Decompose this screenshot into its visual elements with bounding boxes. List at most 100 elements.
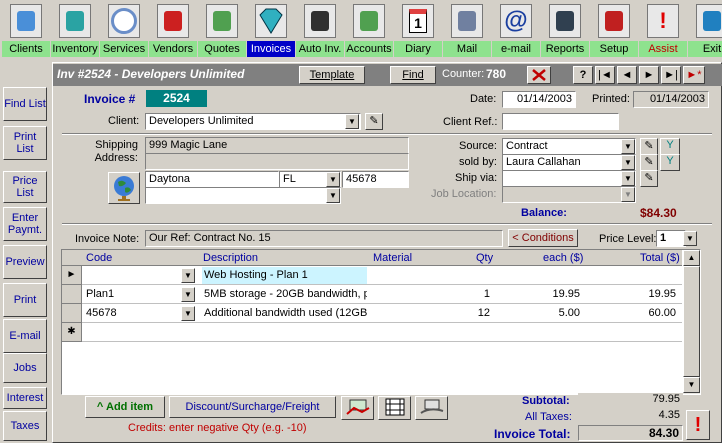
code-dropdown[interactable]: ▼ — [181, 268, 195, 283]
payment-button[interactable] — [341, 396, 374, 420]
film-strip-button[interactable] — [378, 396, 411, 420]
cell-qty[interactable]: 1 — [442, 286, 492, 303]
cell-each[interactable] — [502, 324, 582, 341]
cell-total[interactable] — [602, 324, 678, 341]
soldby-dropdown[interactable]: ▼ — [621, 155, 635, 170]
cell-each[interactable] — [502, 267, 582, 284]
cell-total[interactable] — [602, 267, 678, 284]
toolbar-reports[interactable]: Reports — [541, 2, 589, 57]
toolbar-diary[interactable]: 1 Diary — [394, 2, 442, 57]
nav-jobs[interactable]: Jobs — [3, 353, 47, 383]
source-edit-button[interactable]: ✎ — [640, 138, 658, 155]
table-row[interactable]: ► Web Hosting - Plan 1 ▼ — [62, 266, 682, 285]
zip-field[interactable]: 45678 — [342, 171, 409, 188]
scroll-thumb[interactable] — [683, 266, 700, 377]
cell-code[interactable] — [84, 324, 179, 341]
table-row[interactable]: ✱ — [62, 323, 682, 342]
code-dropdown[interactable]: ▼ — [181, 306, 195, 321]
client-dropdown[interactable]: ▼ — [345, 114, 359, 129]
address-line-1[interactable]: 999 Magic Lane — [145, 137, 409, 154]
toolbar-exit[interactable]: Exit — [688, 2, 722, 57]
shipvia-dropdown[interactable]: ▼ — [621, 171, 635, 186]
client-field[interactable]: Developers Unlimited — [145, 113, 361, 130]
country-field[interactable] — [145, 187, 341, 204]
nav-preview[interactable]: Preview — [3, 245, 47, 279]
date-field[interactable]: 01/14/2003 — [502, 91, 576, 108]
job-location-dropdown[interactable]: ▼ — [621, 187, 635, 202]
next-record-button[interactable]: ► — [639, 66, 659, 84]
cell-description[interactable]: 5MB storage - 20GB bandwidth, pe — [202, 286, 367, 303]
cell-description[interactable]: Additional bandwidth used (12GB ( — [202, 305, 367, 322]
new-record-button[interactable]: ►* — [683, 66, 705, 84]
toolbar-auto-inv[interactable]: Auto Inv. — [296, 2, 344, 57]
delete-record-button[interactable] — [527, 66, 551, 84]
cell-each[interactable]: 5.00 — [502, 305, 582, 322]
row-selector[interactable]: ✱ — [62, 323, 82, 342]
shipvia-field[interactable] — [502, 170, 636, 187]
country-dropdown[interactable]: ▼ — [326, 188, 340, 203]
nav-enter-paymt[interactable]: Enter Paymt. — [3, 207, 47, 241]
row-selector[interactable] — [62, 285, 82, 304]
toolbar-vendors[interactable]: Vendors — [149, 2, 197, 57]
add-item-button[interactable]: ^ Add item — [85, 396, 165, 418]
nav-e-mail[interactable]: E-mail — [3, 319, 47, 353]
cell-description[interactable] — [202, 324, 367, 341]
city-field[interactable]: Daytona — [145, 171, 279, 188]
cell-code[interactable]: Plan1 — [84, 286, 179, 303]
source-field[interactable]: Contract — [502, 138, 636, 155]
row-selector[interactable] — [62, 304, 82, 323]
soldby-filter-button[interactable]: Y — [660, 154, 680, 171]
grid-scrollbar[interactable]: ▲ ▼ — [683, 250, 700, 394]
prev-record-button[interactable]: ◄ — [617, 66, 637, 84]
discount-surcharge-freight-button[interactable]: Discount/Surcharge/Freight — [169, 396, 336, 418]
toolbar-mail[interactable]: Mail — [443, 2, 491, 57]
toolbar-clients[interactable]: Clients — [2, 2, 50, 57]
last-record-button[interactable]: ►| — [661, 66, 681, 84]
scroll-down-button[interactable]: ▼ — [683, 377, 700, 393]
toolbar-accounts[interactable]: Accounts — [345, 2, 393, 57]
cell-total[interactable]: 60.00 — [602, 305, 678, 322]
nav-find-list[interactable]: Find List — [3, 87, 47, 121]
scroll-up-button[interactable]: ▲ — [683, 250, 700, 266]
soldby-field[interactable]: Laura Callahan — [502, 154, 636, 171]
nav-print-list[interactable]: Print List — [3, 126, 47, 160]
nav-print[interactable]: Print — [3, 283, 47, 317]
nav-price-list[interactable]: Price List — [3, 171, 47, 203]
price-level-dropdown[interactable]: ▼ — [683, 231, 697, 246]
globe-button[interactable] — [108, 172, 140, 204]
invoice-note-field[interactable]: Our Ref: Contract No. 15 — [145, 230, 503, 247]
cell-each[interactable]: 19.95 — [502, 286, 582, 303]
help-button[interactable]: ? — [573, 66, 593, 84]
toolbar-services[interactable]: Services — [100, 2, 148, 57]
table-row[interactable]: Plan1 5MB storage - 20GB bandwidth, pe 1 19… — [62, 285, 682, 304]
toolbar-setup[interactable]: Setup — [590, 2, 638, 57]
toolbar-invoices[interactable]: Invoices — [247, 2, 295, 57]
cell-qty[interactable] — [442, 324, 492, 341]
conditions-button[interactable]: < Conditions — [508, 229, 578, 247]
cell-qty[interactable] — [442, 267, 492, 284]
cell-code[interactable] — [84, 267, 179, 284]
shipvia-edit-button[interactable]: ✎ — [640, 170, 658, 187]
nav-taxes[interactable]: Taxes — [3, 411, 47, 441]
template-button[interactable]: Template — [299, 66, 365, 84]
table-row[interactable]: 45678 Additional bandwidth used (12GB (12… — [62, 304, 682, 323]
toolbar-e-mail[interactable]: @ e-mail — [492, 2, 540, 57]
cell-code[interactable]: 45678 — [84, 305, 179, 322]
shipping-button[interactable] — [415, 396, 448, 420]
soldby-edit-button[interactable]: ✎ — [640, 154, 658, 171]
nav-interest[interactable]: Interest — [3, 387, 47, 409]
toolbar-assist[interactable]: ! Assist — [639, 2, 687, 57]
state-dropdown[interactable]: ▼ — [326, 172, 340, 187]
first-record-button[interactable]: |◄ — [595, 66, 615, 84]
toolbar-inventory[interactable]: Inventory — [51, 2, 99, 57]
toolbar-quotes[interactable]: Quotes — [198, 2, 246, 57]
source-filter-button[interactable]: Y — [660, 138, 680, 155]
cell-description[interactable]: Web Hosting - Plan 1 — [202, 267, 367, 284]
find-button[interactable]: Find — [390, 66, 436, 84]
alert-button[interactable]: ! — [686, 410, 710, 440]
row-selector[interactable]: ► — [62, 266, 82, 285]
price-level-field[interactable]: 1 — [656, 230, 686, 247]
source-dropdown[interactable]: ▼ — [621, 139, 635, 154]
client-ref-field[interactable] — [502, 113, 619, 130]
address-line-2[interactable] — [145, 153, 409, 170]
